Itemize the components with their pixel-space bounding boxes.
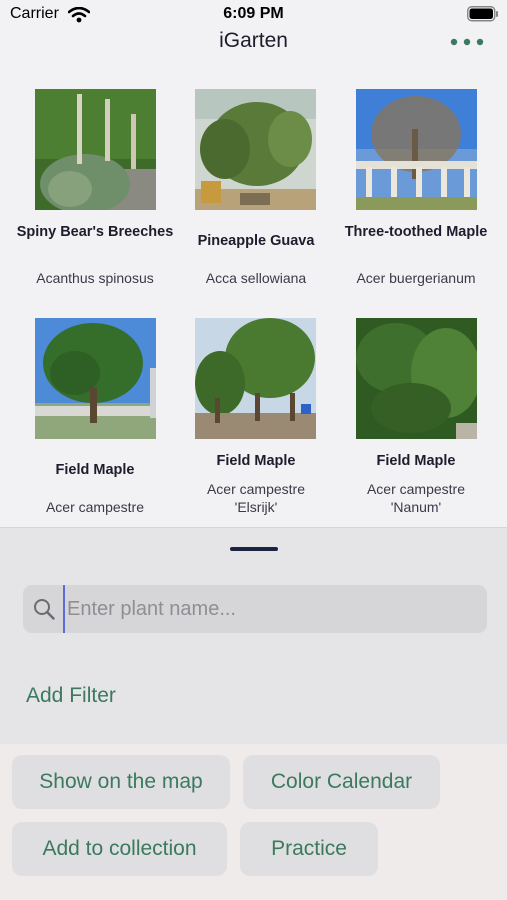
plant-image	[195, 89, 316, 210]
show-on-map-button[interactable]: Show on the map	[12, 755, 230, 809]
plant-image	[195, 318, 316, 439]
search-input[interactable]	[63, 585, 473, 633]
plant-latin-name: Acer campestre 'Nanum'	[366, 481, 466, 515]
plant-image	[356, 89, 477, 210]
plant-common-name: Pineapple Guava	[197, 233, 315, 249]
plant-latin-name: Acer campestre 'Elsrijk'	[206, 481, 306, 515]
practice-button[interactable]: Practice	[240, 822, 378, 876]
plant-image	[356, 318, 477, 439]
plant-image	[35, 89, 156, 210]
status-bar: Carrier 6:09 PM	[0, 0, 507, 30]
sheet-drag-handle[interactable]	[230, 547, 278, 551]
plant-common-name: Spiny Bear's Breeches	[16, 224, 174, 240]
status-time: 6:09 PM	[223, 5, 284, 22]
ellipsis-icon	[450, 38, 484, 46]
add-filter-button[interactable]: Add Filter	[26, 684, 116, 708]
action-buttons: Show on the map Color Calendar Add to co…	[0, 744, 507, 900]
search-icon	[33, 598, 55, 625]
plant-latin-name: Acer campestre	[45, 499, 145, 515]
plant-common-name: Field Maple	[376, 453, 456, 469]
search-sheet: Add Filter	[0, 527, 507, 745]
plant-latin-name: Acca sellowiana	[205, 270, 307, 286]
search-field[interactable]	[23, 585, 487, 633]
plant-latin-name: Acer buergerianum	[356, 270, 476, 286]
more-button[interactable]	[446, 34, 488, 50]
color-calendar-button[interactable]: Color Calendar	[243, 755, 440, 809]
add-to-collection-button[interactable]: Add to collection	[12, 822, 227, 876]
battery-icon	[467, 6, 499, 27]
plant-image	[35, 318, 156, 439]
plant-common-name: Field Maple	[55, 462, 135, 478]
plant-latin-name: Acanthus spinosus	[36, 270, 154, 286]
page-title: iGarten	[219, 29, 288, 52]
plant-common-name: Three-toothed Maple	[344, 224, 488, 240]
plant-common-name: Field Maple	[216, 453, 296, 469]
